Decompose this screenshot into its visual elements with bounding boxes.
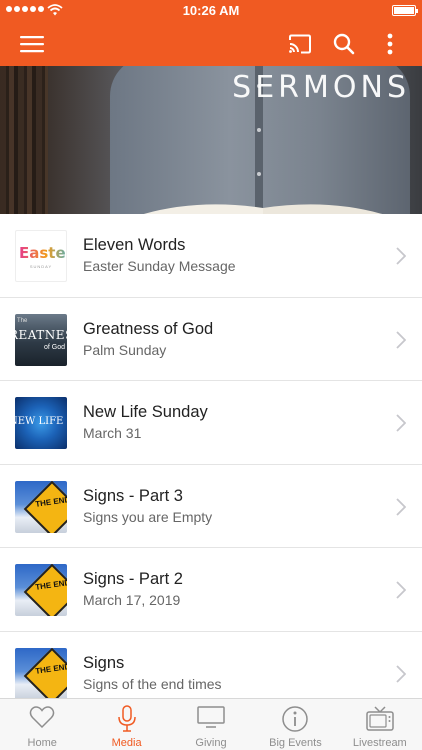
open-book-image <box>143 204 383 214</box>
sermon-thumbnail: THE END IS NEAR <box>15 647 67 698</box>
search-icon <box>333 33 355 55</box>
sermon-subtitle: Signs you are Empty <box>83 508 213 525</box>
sermon-subtitle: March 31 <box>83 425 142 441</box>
sermon-title: Signs - Part 2 <box>83 570 183 588</box>
tab-label: Media <box>111 737 142 749</box>
sermon-subtitle: Palm Sunday <box>83 341 167 358</box>
sermon-thumbnail: THE END IS NEAR <box>15 480 67 533</box>
sermon-thumbnail: The REATNESS of God <box>15 313 67 366</box>
chevron-right-icon <box>396 247 406 265</box>
bottom-tab-bar: Home Media Giving Big Events Livestream <box>0 698 422 750</box>
chevron-right-icon <box>396 664 406 683</box>
search-button[interactable] <box>326 22 362 66</box>
heart-icon <box>29 706 55 729</box>
tab-giving[interactable]: Giving <box>169 699 253 750</box>
status-bar: 10:26 AM <box>0 0 422 22</box>
more-vertical-icon <box>387 33 393 55</box>
cast-button[interactable] <box>282 22 318 66</box>
tab-livestream[interactable]: Livestream <box>338 699 422 750</box>
status-time: 10:26 AM <box>182 3 240 18</box>
sermon-thumbnail: THE END IS NEAR <box>15 564 67 616</box>
sermon-list-item[interactable]: THE END IS NEAR Signs - Part 2 March 17,… <box>0 548 422 632</box>
sermon-subtitle: Easter Sunday Message <box>83 258 236 274</box>
tab-label: Giving <box>195 737 227 749</box>
info-icon <box>282 706 309 732</box>
battery-icon <box>392 5 418 16</box>
sermon-thumbnail: NEW LIFE SUNDAY <box>15 397 67 449</box>
microphone-icon <box>117 705 136 732</box>
tab-label: Big Events <box>269 737 322 749</box>
tv-icon <box>366 706 394 731</box>
sermon-title: Eleven Words <box>83 236 186 254</box>
tab-home[interactable]: Home <box>0 699 84 750</box>
chevron-right-icon <box>396 330 406 349</box>
sermon-title: Signs <box>83 653 125 672</box>
chevron-right-icon <box>396 414 406 432</box>
sermon-subtitle: March 17, 2019 <box>83 592 181 608</box>
app-bar <box>0 22 422 66</box>
chevron-right-icon <box>396 497 406 516</box>
tab-label: Livestream <box>352 737 407 749</box>
more-options-button[interactable] <box>372 22 408 66</box>
sermon-list-item[interactable]: THE END IS NEAR Signs - Part 3 Signs you… <box>0 464 422 548</box>
tab-label: Home <box>27 737 57 749</box>
monitor-icon <box>197 706 225 728</box>
sermon-list-item[interactable]: NEW LIFE SUNDAY New Life Sunday March 31 <box>0 381 422 465</box>
hamburger-menu-icon <box>20 36 44 53</box>
menu-button[interactable] <box>10 22 54 66</box>
tab-media[interactable]: Media <box>84 699 168 750</box>
tab-big-events[interactable]: Big Events <box>253 699 337 750</box>
sermon-title: New Life Sunday <box>83 403 208 421</box>
sermon-thumbnail: Easter SUNDAY <box>15 230 67 282</box>
hero-title: SERMONS <box>232 70 410 105</box>
sermon-title: Greatness of God <box>83 319 214 338</box>
sermon-subtitle: Signs of the end times <box>83 675 222 692</box>
sermon-list-item[interactable]: The REATNESS of God Greatness of God Pal… <box>0 297 422 381</box>
sermon-list-item[interactable]: THE END IS NEAR Signs Signs of the end t… <box>0 631 422 698</box>
sermons-hero-banner: SERMONS <box>0 66 422 214</box>
cast-icon <box>289 34 311 54</box>
bookshelf-image <box>0 66 48 214</box>
chevron-right-icon <box>396 581 406 599</box>
sermon-list[interactable]: Easter SUNDAY Eleven Words Easter Sunday… <box>0 214 422 698</box>
sermon-list-item[interactable]: Easter SUNDAY Eleven Words Easter Sunday… <box>0 214 422 298</box>
sermon-title: Signs - Part 3 <box>83 486 183 505</box>
